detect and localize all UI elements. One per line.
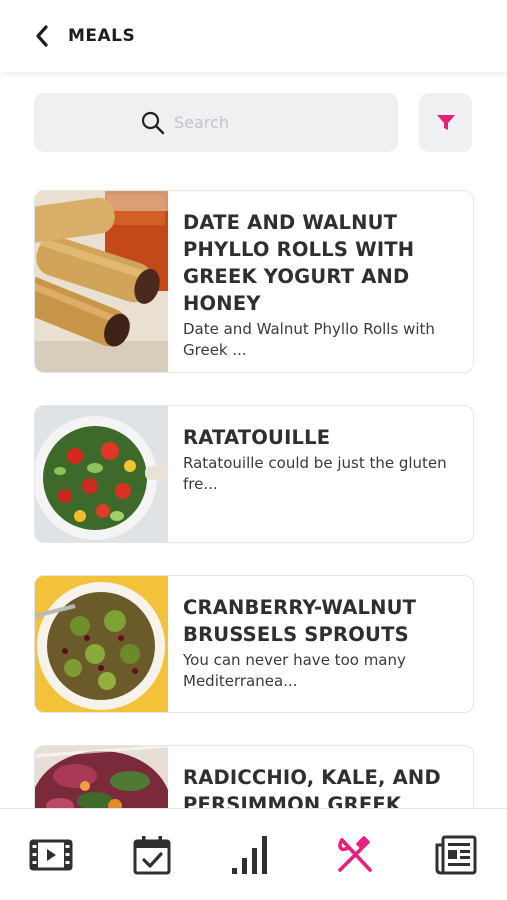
meal-image-brussels-sprouts: [35, 576, 168, 712]
filter-icon: [436, 114, 455, 130]
meals-icon: [338, 835, 372, 872]
meal-image-ratatouille: [35, 406, 168, 542]
meal-description: You can never have too many Mediterranea…: [183, 651, 406, 690]
nav-videos[interactable]: [21, 825, 81, 885]
search-input[interactable]: [174, 113, 264, 132]
meal-title: Date and Walnut Phyllo Rolls with Greek …: [183, 211, 415, 315]
nav-calendar[interactable]: [122, 825, 182, 885]
videos-icon: [29, 839, 73, 870]
search-bar[interactable]: [34, 93, 398, 152]
meal-card[interactable]: Ratatouille Ratatouille could be just th…: [34, 405, 474, 543]
news-icon: [435, 835, 477, 874]
bottom-nav: [0, 808, 507, 900]
app-header: MEALS: [0, 0, 507, 72]
chevron-left-icon: [36, 25, 48, 47]
meal-card[interactable]: Cranberry-Walnut Brussels Sprouts You ca…: [34, 575, 474, 713]
meal-title: Ratatouille: [183, 426, 331, 449]
nav-news[interactable]: [426, 825, 486, 885]
meal-card[interactable]: Date and Walnut Phyllo Rolls with Greek …: [34, 190, 474, 373]
meal-description: Date and Walnut Phyllo Rolls with Greek …: [183, 320, 435, 359]
calendar-icon: [133, 835, 171, 874]
nav-meals[interactable]: [325, 825, 385, 885]
nav-stats[interactable]: [223, 825, 283, 885]
search-icon: [140, 110, 166, 136]
meal-image-phyllo-rolls: [35, 191, 168, 372]
meal-title: Cranberry-Walnut Brussels Sprouts: [183, 596, 417, 646]
filter-button[interactable]: [419, 93, 472, 152]
stats-icon: [232, 835, 268, 874]
back-button[interactable]: [22, 16, 62, 56]
page-title: MEALS: [68, 26, 136, 46]
meal-description: Ratatouille could be just the gluten fre…: [183, 454, 447, 493]
